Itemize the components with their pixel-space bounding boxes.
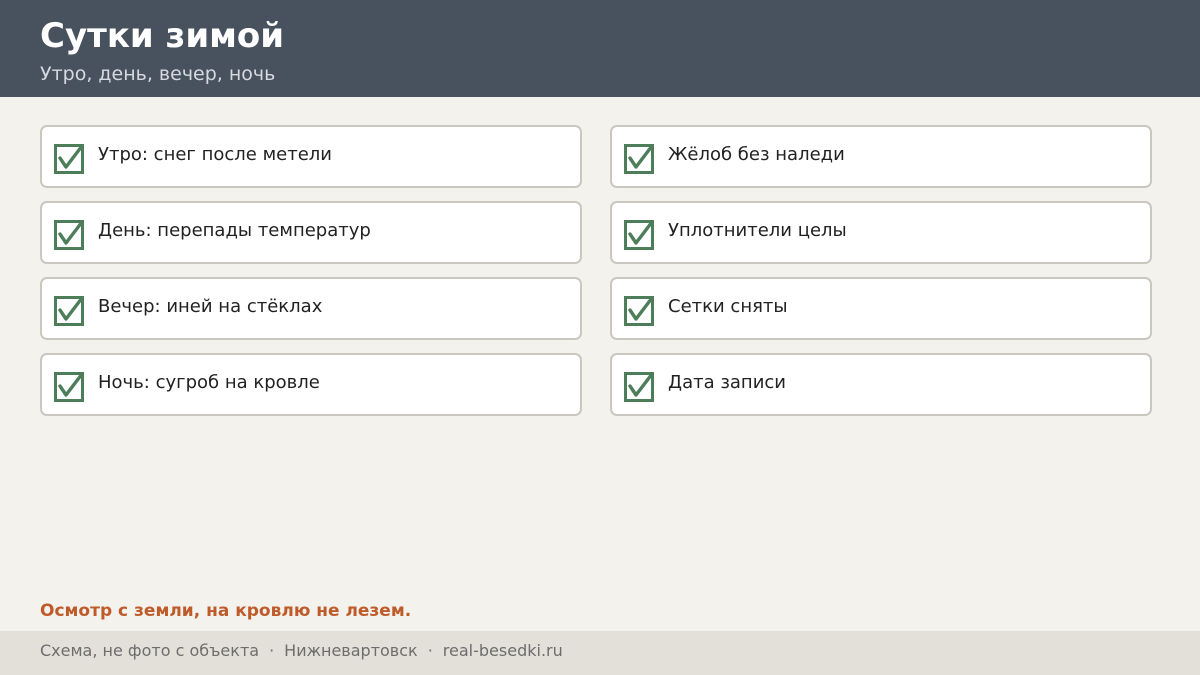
footer-site-link[interactable]: real-besedki.ru — [443, 641, 563, 660]
checklist-item[interactable]: Дата записи — [610, 353, 1152, 416]
checked-checkbox-icon[interactable] — [624, 220, 654, 250]
checked-checkbox-icon[interactable] — [624, 296, 654, 326]
checked-checkbox-icon[interactable] — [624, 372, 654, 402]
page-subtitle: Утро, день, вечер, ночь — [40, 63, 276, 85]
header: Сутки зимой Утро, день, вечер, ночь — [0, 0, 1200, 97]
checklist-item-label: День: перепады температур — [98, 220, 371, 241]
checklist-item-label: Ночь: сугроб на кровле — [98, 372, 320, 393]
checklist-item[interactable]: Ночь: сугроб на кровле — [40, 353, 582, 416]
footer-separator: · — [427, 641, 433, 660]
checked-checkbox-icon[interactable] — [54, 144, 84, 174]
checklist-item-label: Утро: снег после метели — [98, 144, 332, 165]
checked-checkbox-icon[interactable] — [624, 144, 654, 174]
page-title: Сутки зимой — [40, 16, 285, 56]
checklist-item[interactable]: Уплотнители целы — [610, 201, 1152, 264]
checklist-item-label: Вечер: иней на стёклах — [98, 296, 323, 317]
checklist-item-label: Дата записи — [668, 372, 786, 393]
warning-note: Осмотр с земли, на кровлю не лезем. — [40, 601, 412, 621]
footer-city: Нижневартовск — [284, 641, 418, 660]
checklist-item-label: Сетки сняты — [668, 296, 788, 317]
checked-checkbox-icon[interactable] — [54, 296, 84, 326]
checklist-item[interactable]: Утро: снег после метели — [40, 125, 582, 188]
checklist-item[interactable]: День: перепады температур — [40, 201, 582, 264]
footer-note: Схема, не фото с объекта — [40, 641, 260, 660]
checked-checkbox-icon[interactable] — [54, 220, 84, 250]
checklist-item[interactable]: Вечер: иней на стёклах — [40, 277, 582, 340]
checklist-item-label: Жёлоб без наледи — [668, 144, 845, 165]
footer-text: Схема, не фото с объекта · Нижневартовск · r… — [40, 641, 563, 661]
checklist-item-label: Уплотнители целы — [668, 220, 847, 241]
checked-checkbox-icon[interactable] — [54, 372, 84, 402]
checklist-item[interactable]: Жёлоб без наледи — [610, 125, 1152, 188]
footer-separator: · — [269, 641, 275, 660]
footer: Схема, не фото с объекта · Нижневартовск · r… — [0, 631, 1200, 675]
checklist-item[interactable]: Сетки сняты — [610, 277, 1152, 340]
